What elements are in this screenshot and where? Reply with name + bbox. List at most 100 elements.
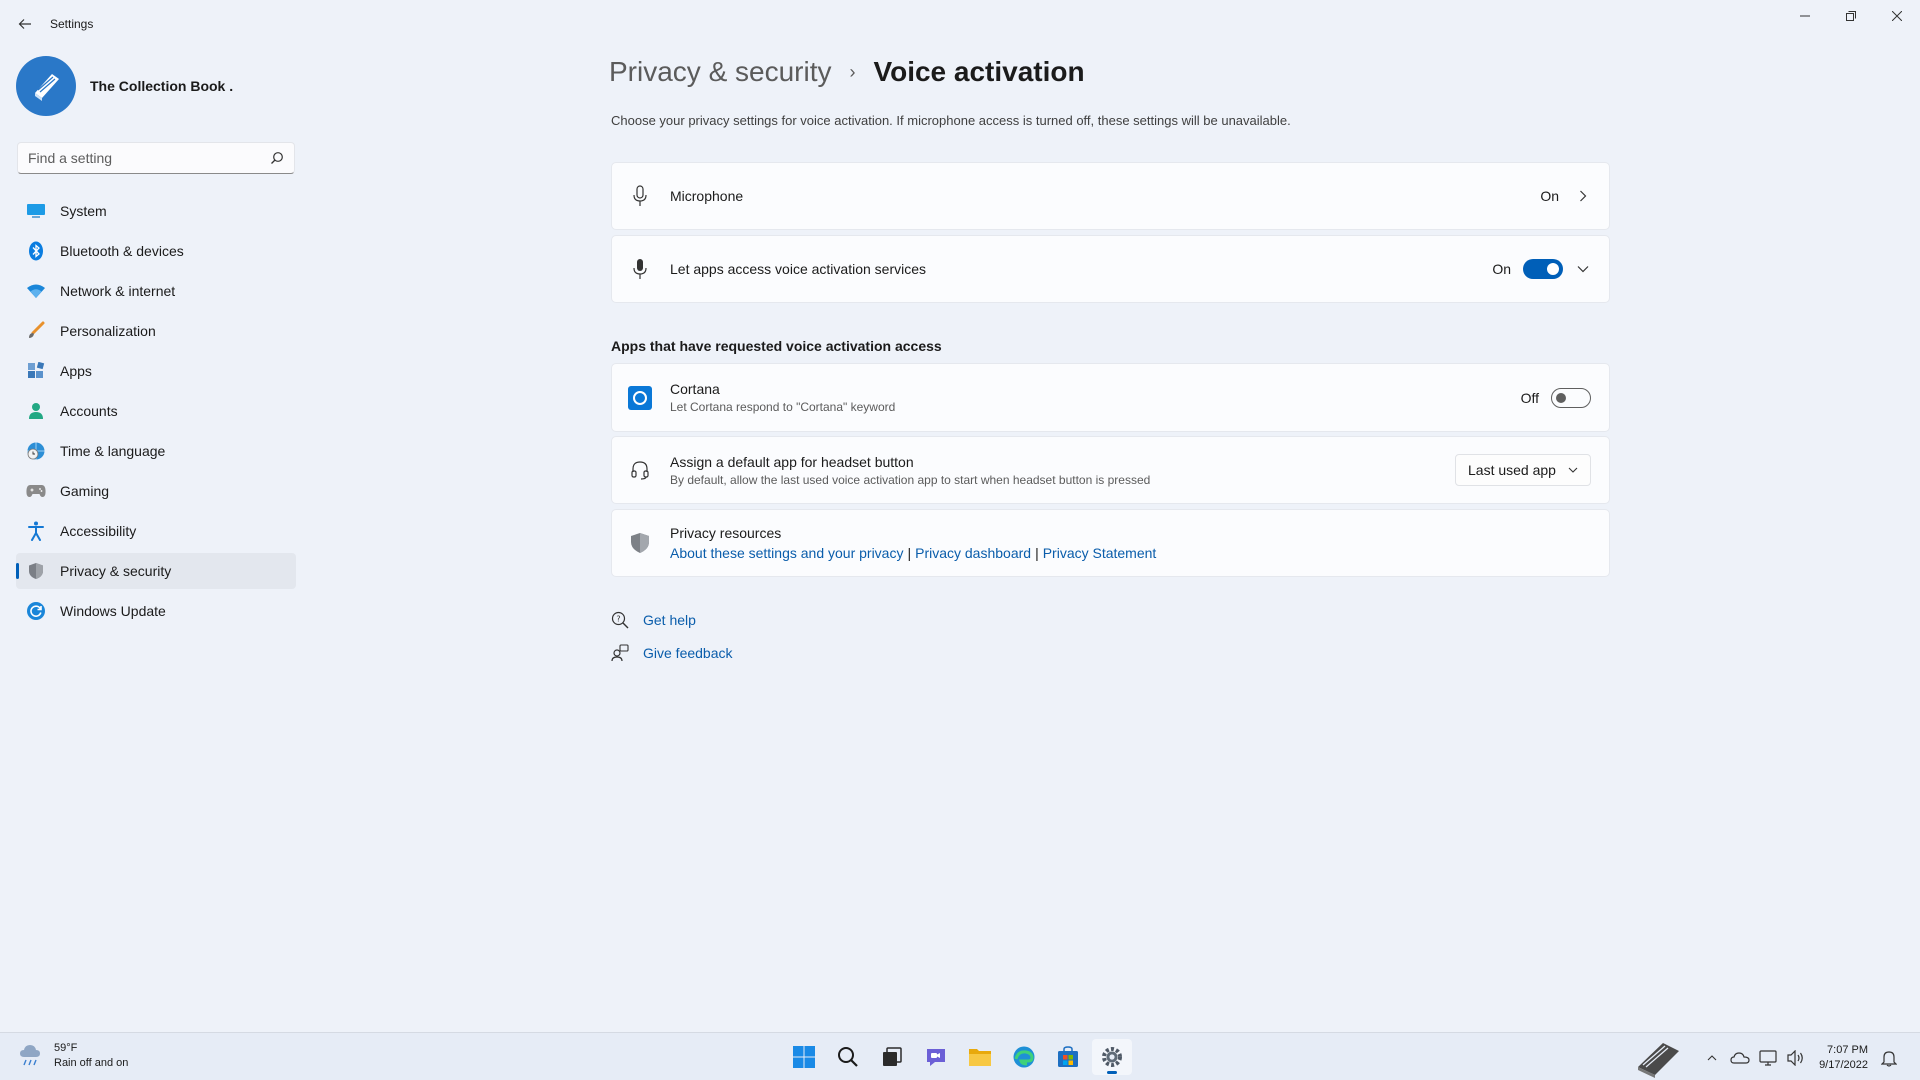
voice-activation-icon [628, 258, 652, 280]
microsoft-store-button[interactable] [1048, 1039, 1088, 1075]
network-icon[interactable] [1757, 1047, 1779, 1069]
minimize-icon [1800, 15, 1810, 17]
microphone-title: Microphone [670, 188, 744, 204]
about-settings-link[interactable]: About these settings and your privacy [670, 545, 903, 561]
onedrive-icon[interactable] [1729, 1047, 1751, 1069]
taskbar: 59°F Rain off and on 7:07 PM 9/17/2022 [0, 1032, 1920, 1080]
cortana-state: Off [1520, 389, 1539, 406]
search-input[interactable] [18, 143, 258, 173]
microphone-card[interactable]: Microphone On [611, 162, 1610, 230]
settings-search[interactable] [17, 142, 295, 174]
privacy-dashboard-link[interactable]: Privacy dashboard [915, 545, 1031, 561]
restore-button[interactable] [1828, 0, 1874, 32]
bluetooth-icon [26, 241, 46, 261]
cortana-card: Cortana Let Cortana respond to "Cortana"… [611, 363, 1610, 432]
headset-title: Assign a default app for headset button [670, 453, 914, 470]
task-view-icon [883, 1047, 902, 1066]
help-icon: ? [611, 611, 629, 629]
clock-date: 9/17/2022 [1819, 1059, 1868, 1071]
sidebar-item-accessibility[interactable]: Accessibility [16, 513, 296, 549]
sidebar-item-accounts[interactable]: Accounts [16, 393, 296, 429]
volume-icon[interactable] [1785, 1047, 1807, 1069]
give-feedback-link[interactable]: Give feedback [643, 645, 733, 661]
clock[interactable]: 7:07 PM 9/17/2022 [1819, 1043, 1868, 1073]
sidebar-item-label: Accessibility [60, 523, 137, 539]
minimize-button[interactable] [1782, 0, 1828, 32]
sidebar-item-gaming[interactable]: Gaming [16, 473, 296, 509]
apps-icon [26, 361, 46, 381]
breadcrumb-parent[interactable]: Privacy & security [609, 56, 832, 88]
sidebar-item-apps[interactable]: Apps [16, 353, 296, 389]
sidebar-item-personalization[interactable]: Personalization [16, 313, 296, 349]
start-button[interactable] [784, 1039, 824, 1075]
avatar [16, 56, 76, 116]
book-logo-icon [1638, 1043, 1680, 1078]
sidebar-nav: System Bluetooth & devices Network & int… [16, 193, 296, 633]
microphone-icon [628, 185, 652, 207]
weather-widget[interactable]: 59°F Rain off and on [18, 1041, 128, 1071]
weather-temperature: 59°F [54, 1042, 78, 1054]
user-profile[interactable]: The Collection Book . [16, 56, 233, 116]
sidebar-item-privacy-security[interactable]: Privacy & security [16, 553, 296, 589]
feedback-icon [611, 644, 629, 662]
profile-name: The Collection Book . [90, 78, 234, 94]
close-button[interactable] [1874, 0, 1920, 32]
teams-chat-button[interactable] [916, 1039, 956, 1075]
sidebar-item-windows-update[interactable]: Windows Update [16, 593, 296, 629]
task-view-button[interactable] [872, 1039, 912, 1075]
arrow-left-icon [18, 19, 31, 29]
privacy-resources-title: Privacy resources [670, 525, 782, 541]
cortana-toggle[interactable] [1551, 387, 1591, 408]
search-icon[interactable] [270, 151, 284, 165]
sidebar-item-label: Network & internet [60, 283, 176, 299]
link-separator: | [907, 545, 912, 561]
voice-activation-access-card[interactable]: Let apps access voice activation service… [611, 235, 1610, 303]
chevron-down-icon[interactable] [1575, 261, 1591, 277]
sidebar-item-network[interactable]: Network & internet [16, 273, 296, 309]
sidebar-item-label: Privacy & security [60, 563, 172, 579]
title-bar: Settings [0, 0, 1920, 48]
search-icon [838, 1047, 858, 1067]
settings-app-button[interactable] [1092, 1039, 1132, 1075]
account-icon [26, 401, 46, 421]
accessibility-icon [26, 521, 46, 541]
sidebar-item-label: Gaming [60, 483, 110, 499]
get-help-row[interactable]: ? Get help [611, 611, 696, 629]
edge-icon [1013, 1046, 1035, 1068]
breadcrumb-separator: › [849, 61, 856, 82]
apps-section-heading: Apps that have requested voice activatio… [611, 338, 942, 354]
sidebar-item-label: Bluetooth & devices [60, 243, 184, 259]
globe-clock-icon [26, 441, 46, 461]
voice-activation-access-toggle[interactable] [1523, 259, 1563, 279]
headset-app-dropdown[interactable]: Last used app [1455, 454, 1591, 486]
give-feedback-row[interactable]: Give feedback [611, 644, 733, 662]
breadcrumb: Privacy & security › Voice activation [609, 56, 1085, 88]
get-help-link[interactable]: Get help [643, 612, 696, 628]
sidebar-item-label: Accounts [60, 403, 118, 419]
folder-icon [969, 1049, 991, 1066]
system-icon [26, 201, 46, 221]
sidebar-item-system[interactable]: System [16, 193, 296, 229]
chevron-right-icon [1575, 188, 1591, 204]
edge-browser-button[interactable] [1004, 1039, 1044, 1075]
sidebar-item-bluetooth[interactable]: Bluetooth & devices [16, 233, 296, 269]
back-button[interactable] [14, 13, 36, 35]
taskbar-search-button[interactable] [828, 1039, 868, 1075]
cortana-subtitle: Let Cortana respond to "Cortana" keyword [670, 400, 896, 414]
show-hidden-icons-button[interactable] [1701, 1047, 1723, 1069]
store-icon [1058, 1046, 1078, 1067]
book-icon [35, 74, 59, 101]
privacy-links: About these settings and your privacy | Pr… [670, 545, 1609, 561]
svg-text:?: ? [616, 615, 620, 624]
privacy-statement-link[interactable]: Privacy Statement [1043, 545, 1157, 561]
restore-icon [1846, 11, 1856, 21]
sidebar-item-label: Time & language [60, 443, 166, 459]
sidebar-item-label: Windows Update [60, 603, 166, 619]
sidebar-item-label: Personalization [60, 323, 156, 339]
clock-time: 7:07 PM [1827, 1044, 1868, 1056]
file-explorer-button[interactable] [960, 1039, 1000, 1075]
notifications-button[interactable] [1878, 1047, 1900, 1069]
gear-icon [1102, 1047, 1122, 1067]
sidebar-item-time-language[interactable]: Time & language [16, 433, 296, 469]
dropdown-selected-value: Last used app [1468, 462, 1556, 478]
